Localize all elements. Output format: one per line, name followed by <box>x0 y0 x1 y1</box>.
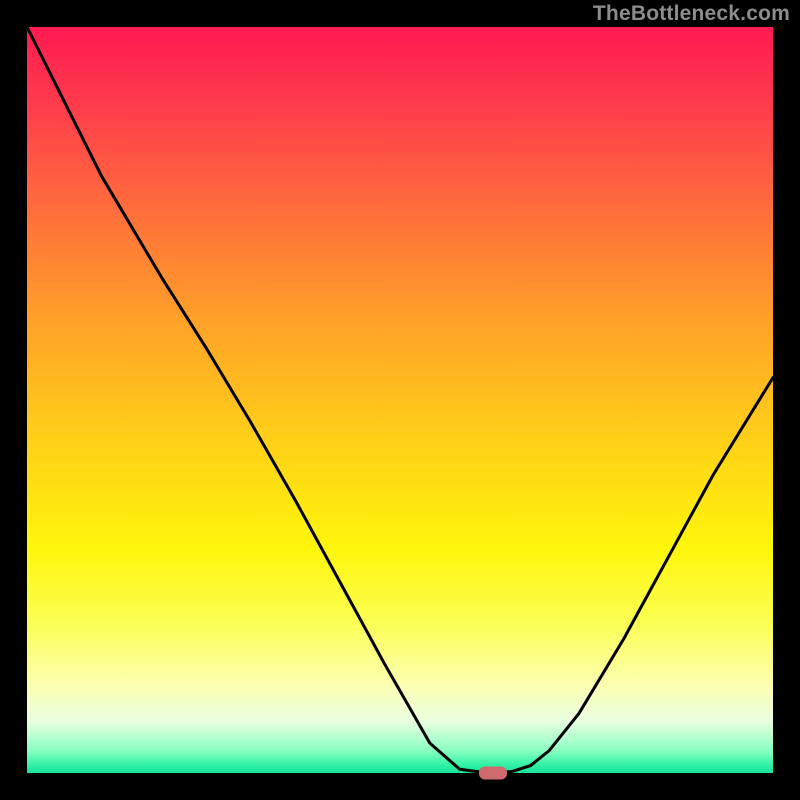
watermark-text: TheBottleneck.com <box>593 2 790 26</box>
chart-frame: TheBottleneck.com <box>0 0 800 800</box>
bottleneck-curve <box>27 27 773 773</box>
optimum-marker <box>479 767 507 780</box>
curve-path <box>27 27 773 773</box>
